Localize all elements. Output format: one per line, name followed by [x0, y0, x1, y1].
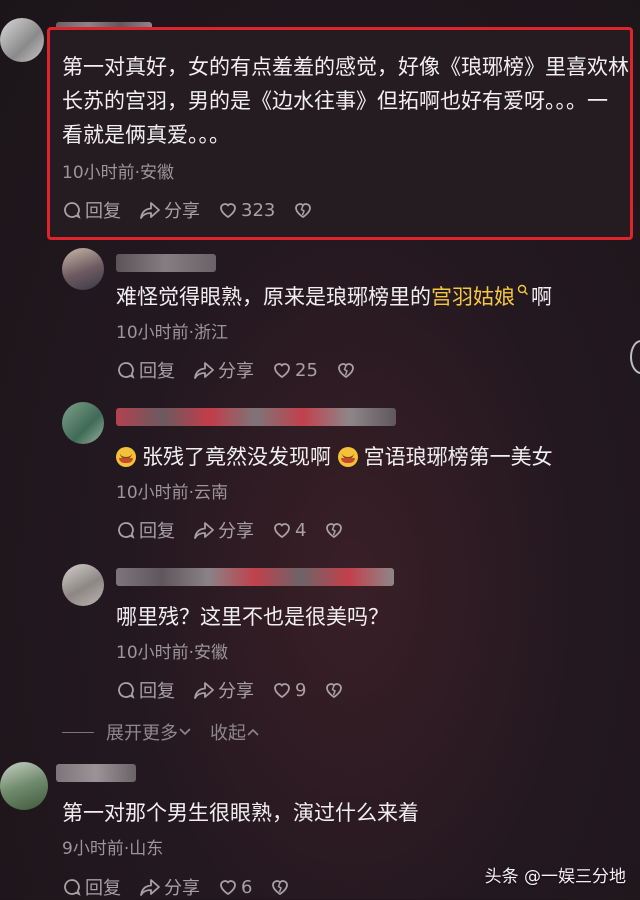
comment-meta: 10小时前·浙江: [116, 323, 229, 343]
share-icon: [140, 202, 160, 219]
collapse-button[interactable]: 收起: [210, 719, 260, 745]
share-label: 分享: [218, 521, 254, 542]
broken-heart-icon: [295, 203, 312, 219]
share-label: 分享: [218, 681, 254, 702]
dislike-button[interactable]: [270, 877, 290, 897]
share-icon: [194, 522, 214, 539]
share-label: 分享: [164, 878, 200, 899]
comment-meta: 10小时前·安徽: [62, 163, 175, 183]
reply-button[interactable]: 回复: [116, 677, 175, 703]
comment-text: 张残了竟然没发现啊 宫语琅琊榜第一美女: [116, 442, 553, 473]
comment-actions: 回复 分享 6: [62, 874, 308, 900]
collapse-label: 收起: [210, 723, 246, 744]
expand-controls: 展开更多 收起: [62, 719, 260, 745]
share-label: 分享: [164, 201, 200, 222]
like-count: 4: [295, 519, 307, 541]
reply-icon: [64, 879, 81, 896]
reply-button[interactable]: 回复: [62, 874, 121, 900]
comment-text-part: 宫语琅琊榜第一美女: [363, 445, 553, 469]
reply-icon: [118, 522, 135, 539]
like-button[interactable]: 323: [218, 200, 275, 221]
reply-button[interactable]: 回复: [62, 197, 121, 223]
reply-label: 回复: [139, 361, 175, 382]
dislike-button[interactable]: [324, 520, 344, 540]
like-button[interactable]: 9: [272, 680, 306, 701]
like-count: 9: [295, 679, 307, 701]
share-button[interactable]: 分享: [193, 357, 254, 383]
search-icon[interactable]: [517, 284, 529, 298]
search-link[interactable]: 宫羽姑娘: [431, 285, 515, 309]
broken-heart-icon: [338, 363, 354, 379]
comment-text-line: 第一对真好，女的有点羞羞的感觉，好像《琅琊榜》里喜欢林: [62, 55, 629, 79]
reply-button[interactable]: 回复: [116, 357, 175, 383]
reply-button[interactable]: 回复: [116, 517, 175, 543]
reply-label: 回复: [139, 681, 175, 702]
watermark: 头条 @一娱三分地: [484, 867, 626, 887]
comment-text-part: 张残了竟然没发现啊: [142, 445, 331, 469]
comment-text-line: 看就是俩真爱。。。: [62, 123, 230, 147]
comment-text-part: 难怪觉得眼熟，原来是琅琊榜里的: [116, 285, 431, 309]
share-button[interactable]: 分享: [193, 677, 254, 703]
comment-text: 第一对那个男生很眼熟，演过什么来着: [62, 801, 419, 825]
heart-icon: [274, 683, 290, 699]
comment-text-part: 啊: [531, 285, 552, 309]
avatar[interactable]: [0, 18, 44, 62]
username-blurred[interactable]: [116, 568, 394, 586]
like-count: 25: [295, 359, 318, 381]
reply-icon: [64, 202, 81, 219]
like-button[interactable]: 25: [272, 360, 318, 381]
laugh-emoji-icon: [337, 447, 358, 467]
broken-heart-icon: [326, 683, 343, 699]
share-button[interactable]: 分享: [139, 874, 200, 900]
expand-more-label: 展开更多: [106, 723, 178, 744]
reply-label: 回复: [139, 521, 175, 542]
dislike-button[interactable]: [336, 360, 356, 380]
reply-label: 回复: [85, 201, 121, 222]
expand-more-button[interactable]: 展开更多: [106, 719, 192, 745]
username-blurred[interactable]: [56, 764, 136, 782]
like-button[interactable]: 4: [272, 520, 306, 541]
comment-text: 哪里残？这里不也是很美吗？: [116, 605, 389, 629]
username-blurred[interactable]: [116, 408, 396, 426]
dislike-button[interactable]: [293, 200, 313, 220]
avatar[interactable]: [62, 564, 104, 606]
divider-line: [62, 731, 94, 733]
avatar[interactable]: [0, 762, 48, 810]
comment-meta: 10小时前·安徽: [116, 643, 229, 663]
comment-text-line: 长苏的宫羽，男的是《边水往事》但拓啊也好有爱呀。。。一: [62, 89, 608, 113]
share-label: 分享: [218, 361, 254, 382]
share-icon: [194, 682, 214, 699]
broken-heart-icon: [272, 880, 289, 896]
comment-text: 难怪觉得眼熟，原来是琅琊榜里的宫羽姑娘啊: [116, 282, 552, 313]
heart-icon: [274, 363, 290, 379]
chevron-down-icon: [179, 728, 191, 736]
comment-actions: 回复 分享 4: [116, 517, 362, 543]
like-count: 323: [241, 199, 276, 221]
share-button[interactable]: 分享: [193, 517, 254, 543]
chevron-up-icon: [247, 728, 259, 736]
avatar[interactable]: [62, 402, 104, 444]
comment-meta: 9小时前·山东: [62, 839, 164, 859]
avatar[interactable]: [62, 248, 104, 290]
broken-heart-icon: [326, 523, 343, 539]
comment-actions: 回复 分享 9: [116, 677, 362, 703]
like-button[interactable]: 6: [218, 877, 252, 898]
share-icon: [194, 362, 214, 379]
comment-actions: 回复 分享 25: [116, 357, 374, 383]
like-count: 6: [241, 876, 253, 898]
heart-icon: [220, 880, 236, 896]
reply-label: 回复: [85, 878, 121, 899]
laugh-emoji-icon: [116, 447, 136, 467]
comment-actions: 回复 分享 323: [62, 197, 331, 223]
reply-icon: [118, 362, 135, 379]
dislike-button[interactable]: [324, 680, 344, 700]
scroll-indicator[interactable]: [630, 340, 640, 374]
share-icon: [140, 879, 160, 896]
heart-icon: [220, 203, 236, 219]
heart-icon: [274, 523, 290, 539]
reply-icon: [118, 682, 135, 699]
share-button[interactable]: 分享: [139, 197, 200, 223]
comment-meta: 10小时前·云南: [116, 483, 229, 503]
username-blurred[interactable]: [116, 254, 216, 272]
